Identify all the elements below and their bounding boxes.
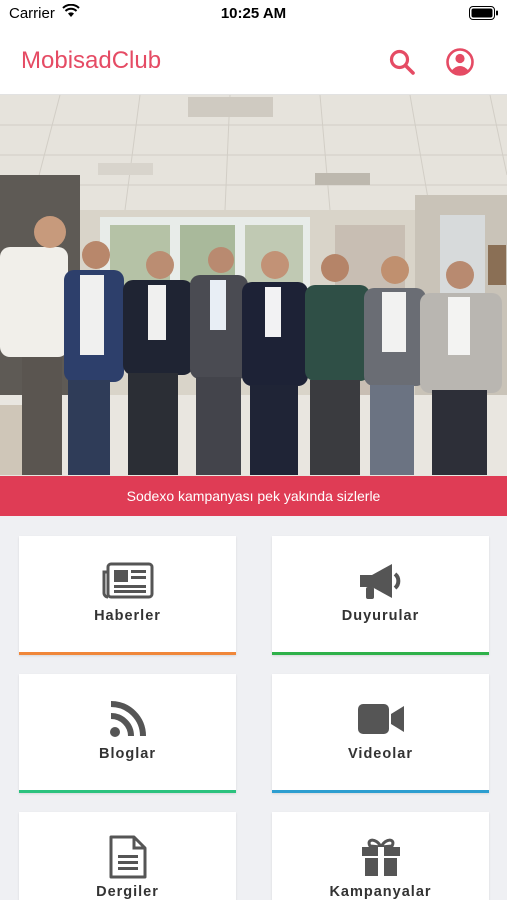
search-icon — [389, 49, 415, 75]
status-bar: Carrier 10:25 AM — [0, 0, 507, 27]
tile-bloglar[interactable]: Bloglar — [19, 674, 236, 793]
profile-button[interactable] — [445, 47, 475, 77]
battery-icon — [469, 6, 498, 20]
tile-accent-bar — [19, 790, 236, 793]
document-icon — [109, 835, 146, 879]
tile-duyurular[interactable]: Duyurular — [272, 536, 489, 655]
tile-label-duyurular: Duyurular — [341, 608, 420, 624]
tile-accent-bar — [19, 652, 236, 655]
tile-haberler[interactable]: Haberler — [19, 536, 236, 655]
megaphone-icon — [359, 564, 400, 599]
hero-image[interactable] — [0, 95, 507, 476]
announcement-banner[interactable]: Sodexo kampanyası pek yakında sizlerle — [0, 476, 507, 516]
tile-label-bloglar: Bloglar — [99, 746, 156, 762]
tile-accent-bar — [272, 652, 489, 655]
newspaper-icon — [102, 562, 153, 599]
tile-label-kampanyalar: Kampanyalar — [329, 884, 432, 900]
user-circle-icon — [446, 48, 474, 76]
tile-kampanyalar[interactable]: Kampanyalar — [272, 812, 489, 900]
tile-label-videolar: Videolar — [348, 746, 413, 762]
app-title: MobisadClub — [21, 47, 162, 74]
rss-icon — [109, 701, 146, 737]
search-button[interactable] — [388, 48, 416, 76]
status-time: 10:25 AM — [220, 5, 287, 22]
tile-label-haberler: Haberler — [94, 608, 161, 624]
tile-label-dergiler: Dergiler — [96, 884, 159, 900]
navigation-bar: MobisadClub — [0, 27, 507, 95]
video-camera-icon — [357, 704, 404, 734]
tile-videolar[interactable]: Videolar — [272, 674, 489, 793]
tile-dergiler[interactable]: Dergiler — [19, 812, 236, 900]
gift-icon — [361, 838, 400, 876]
tile-accent-bar — [272, 790, 489, 793]
